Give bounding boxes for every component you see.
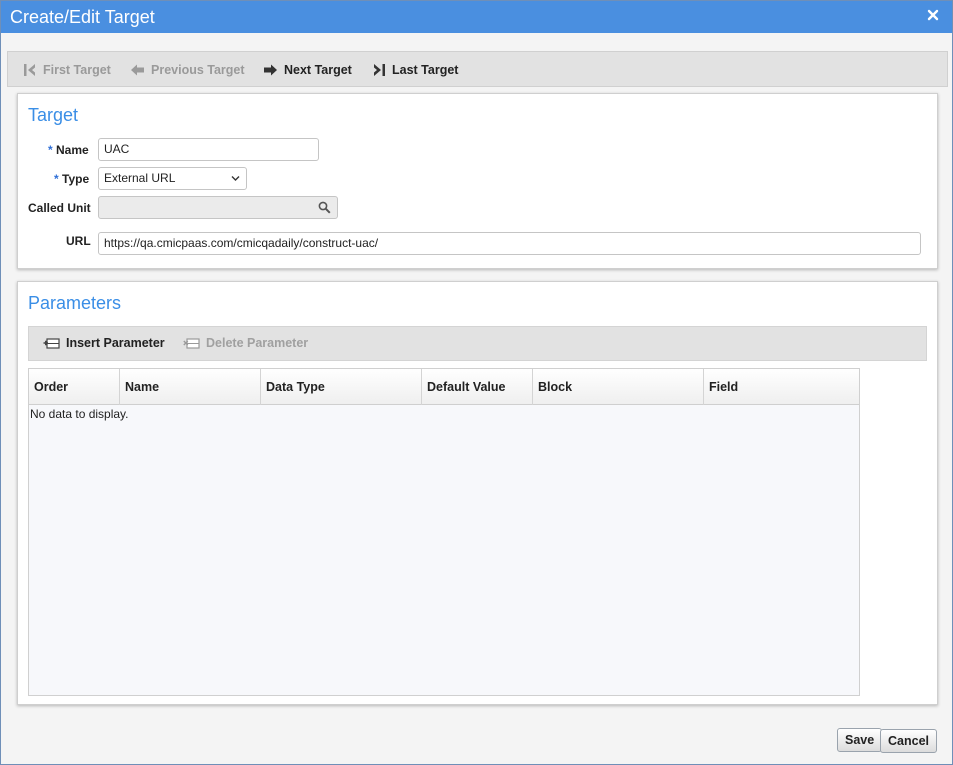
column-header-order[interactable]: Order bbox=[29, 369, 120, 405]
column-header-default-value[interactable]: Default Value bbox=[422, 369, 533, 405]
previous-target-label: Previous Target bbox=[151, 63, 245, 77]
parameters-grid: Order Name Data Type Default Value Block… bbox=[28, 368, 860, 696]
parameters-toolbar: Insert Parameter Delete Parameter bbox=[28, 326, 927, 361]
search-icon[interactable] bbox=[318, 201, 331, 214]
url-input[interactable]: https://qa.cmicpaas.com/cmicqadaily/cons… bbox=[98, 232, 921, 255]
name-label: * Name bbox=[48, 143, 89, 157]
record-navigation-toolbar: First Target Previous Target Next Target… bbox=[7, 51, 948, 87]
type-label: * Type bbox=[54, 172, 90, 186]
close-icon[interactable] bbox=[926, 8, 940, 22]
target-panel: Target * Name UAC * Type External URL Ca… bbox=[17, 93, 938, 269]
grid-header: Order Name Data Type Default Value Block… bbox=[29, 369, 859, 405]
last-target-label: Last Target bbox=[392, 63, 459, 77]
insert-row-icon bbox=[43, 338, 60, 349]
first-icon bbox=[24, 64, 35, 76]
first-target-button[interactable]: First Target bbox=[23, 61, 111, 79]
parameters-section-title: Parameters bbox=[28, 293, 122, 313]
column-header-field[interactable]: Field bbox=[704, 369, 859, 405]
dialog-titlebar: Create/Edit Target bbox=[1, 1, 952, 33]
no-data-message: No data to display. bbox=[30, 407, 129, 421]
insert-parameter-button[interactable]: Insert Parameter bbox=[43, 336, 165, 350]
required-marker: * bbox=[54, 172, 59, 186]
delete-row-icon bbox=[183, 338, 200, 349]
last-target-button[interactable]: Last Target bbox=[372, 61, 458, 79]
arrow-right-icon bbox=[264, 64, 277, 76]
next-target-label: Next Target bbox=[284, 63, 352, 77]
column-header-block[interactable]: Block bbox=[533, 369, 704, 405]
arrow-left-icon bbox=[131, 64, 144, 76]
column-header-name[interactable]: Name bbox=[120, 369, 261, 405]
type-select[interactable]: External URL bbox=[98, 167, 247, 190]
called-unit-label: Called Unit bbox=[28, 201, 91, 215]
target-section-title: Target bbox=[28, 105, 79, 125]
called-unit-lookup[interactable] bbox=[98, 196, 338, 219]
delete-parameter-button[interactable]: Delete Parameter bbox=[183, 336, 308, 350]
name-input[interactable]: UAC bbox=[98, 138, 319, 161]
insert-parameter-label: Insert Parameter bbox=[66, 336, 165, 350]
chevron-down-icon bbox=[231, 176, 240, 181]
column-header-data-type[interactable]: Data Type bbox=[261, 369, 422, 405]
cancel-button[interactable]: Cancel bbox=[880, 729, 937, 753]
next-target-button[interactable]: Next Target bbox=[263, 61, 352, 79]
first-target-label: First Target bbox=[43, 63, 111, 77]
url-label: URL bbox=[66, 234, 91, 248]
delete-parameter-label: Delete Parameter bbox=[206, 336, 309, 350]
previous-target-button[interactable]: Previous Target bbox=[130, 61, 245, 79]
type-select-value: External URL bbox=[104, 171, 176, 185]
required-marker: * bbox=[48, 143, 53, 157]
last-icon bbox=[374, 64, 385, 76]
create-edit-target-dialog: Create/Edit Target First Target Previous… bbox=[0, 0, 953, 765]
save-button[interactable]: Save bbox=[837, 728, 883, 752]
parameters-panel: Parameters Insert Parameter Delete Param… bbox=[17, 281, 938, 705]
dialog-title: Create/Edit Target bbox=[10, 7, 155, 27]
